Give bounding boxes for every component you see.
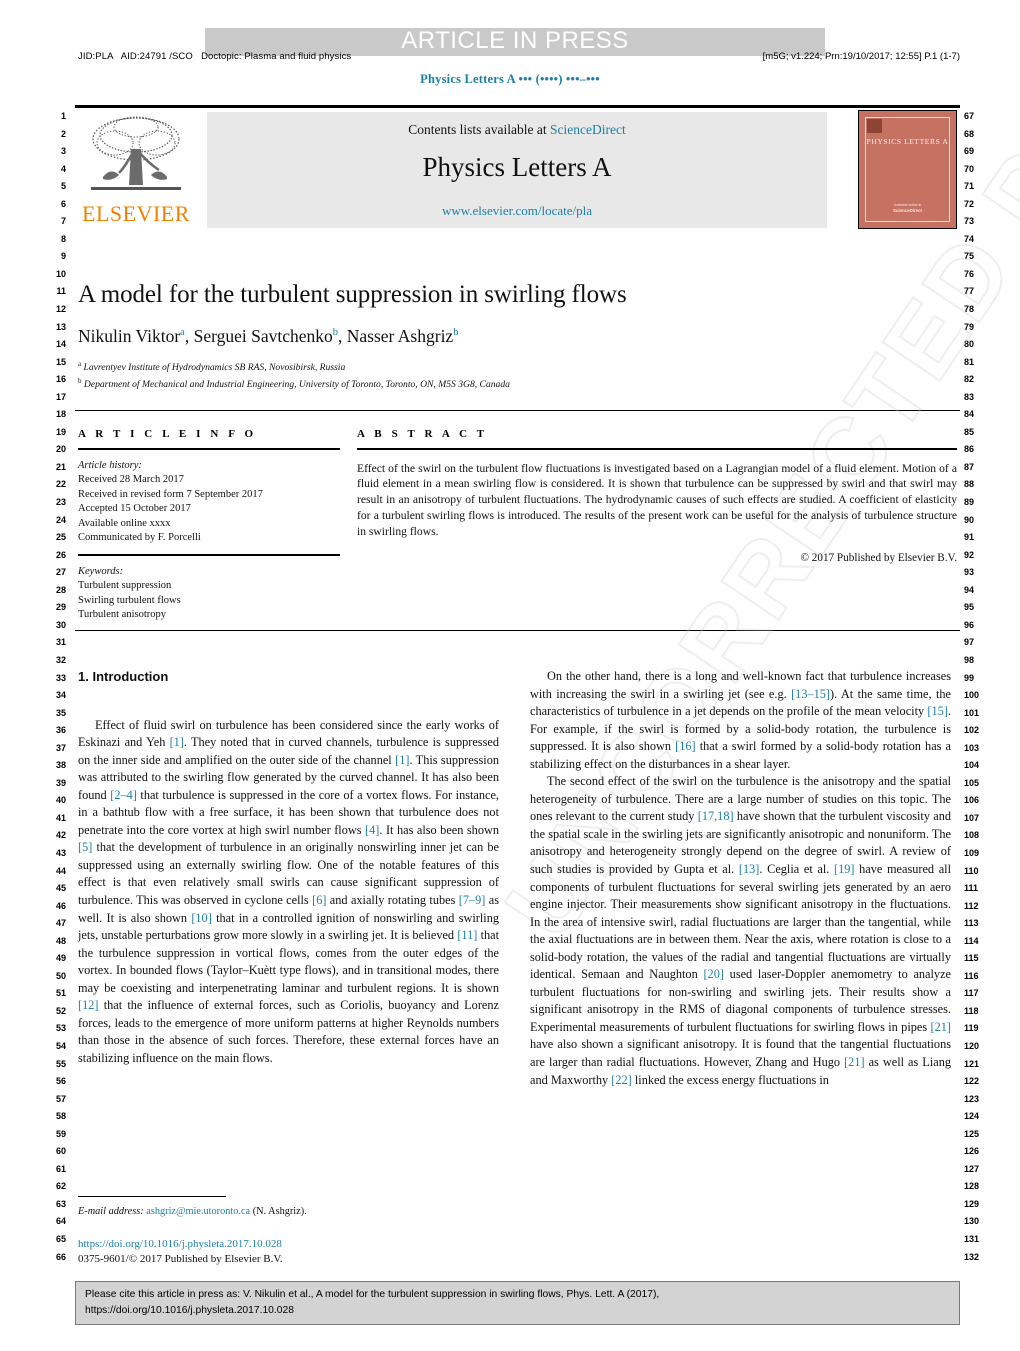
abstract-heading: A B S T R A C T [357, 428, 488, 440]
journal-masthead: ELSEVIER Contents lists available at Sci… [75, 105, 960, 230]
abstract-column: A B S T R A C T Effect of the swirl on t… [357, 428, 957, 564]
article-info-heading: A R T I C L E I N F O [78, 428, 257, 440]
masthead-rule [75, 105, 960, 108]
author-name: Nikulin Viktor [78, 326, 181, 346]
author-affil-marker: a [180, 327, 185, 339]
page-title: A model for the turbulent suppression in… [78, 281, 627, 308]
proof-stamp-meta: [m5G; v1.224; Prn:19/10/2017; 12:55] P.1… [762, 51, 960, 62]
email-link[interactable]: ashgriz@mie.utoronto.ca [146, 1206, 250, 1217]
article-page: ARTICLE IN PRESS JID:PLA AID:24791 /SCO … [0, 0, 1020, 1351]
citation-ref[interactable]: [6] [312, 893, 326, 907]
footnote-rule [78, 1196, 226, 1197]
paragraph-left-1: Effect of fluid swirl on turbulence has … [78, 717, 500, 1065]
footnote-email: E-mail address: ashgriz@mie.utoronto.ca … [78, 1206, 499, 1217]
article-history-item: Received 28 March 2017 [78, 474, 184, 486]
cover-title: PHYSICS LETTERS A [866, 137, 949, 146]
doi-link[interactable]: https://doi.org/10.1016/j.physleta.2017.… [78, 1237, 499, 1252]
elsevier-wordmark: ELSEVIER [82, 201, 190, 226]
author-name: Nasser Ashgriz [346, 326, 454, 346]
citation-ref[interactable]: [1] [170, 735, 184, 749]
paragraph-right-2: The second effect of the swirl on the tu… [530, 774, 952, 1087]
cover-foot-bold: ScienceDirect [892, 208, 923, 213]
info-rule-2 [78, 554, 340, 556]
citation-ref[interactable]: [19] [834, 862, 855, 876]
body-column-right: On the other hand, there is a long and w… [530, 668, 951, 1089]
title-block: A model for the turbulent suppression in… [78, 281, 778, 391]
cite-this-article-box: Please cite this article in press as: V.… [75, 1281, 960, 1325]
journal-cover-thumbnail: PHYSICS LETTERS A Available online at Sc… [858, 110, 957, 229]
citation-ref[interactable]: [12] [78, 998, 99, 1012]
citation-ref[interactable]: [7–9] [459, 893, 486, 907]
affiliation-item: b Department of Mechanical and Industria… [78, 376, 510, 390]
citation-ref[interactable]: [5] [78, 840, 92, 854]
info-top-rule [75, 410, 960, 411]
cover-foot-small: Available online at [893, 203, 922, 207]
sciencedirect-link[interactable]: ScienceDirect [550, 122, 626, 137]
citation-ref[interactable]: [13] [739, 862, 760, 876]
citation-ref[interactable]: [21] [931, 1020, 952, 1034]
email-label: E-mail address: [78, 1206, 144, 1217]
citation-ref[interactable]: [11] [457, 928, 477, 942]
citation-ref[interactable]: [4] [365, 823, 379, 837]
imprint-block: https://doi.org/10.1016/j.physleta.2017.… [78, 1237, 499, 1266]
email-suffix: (N. Ashgriz). [252, 1206, 307, 1217]
article-history-items: Received 28 March 2017 Received in revise… [78, 473, 340, 546]
abstract-copyright: © 2017 Published by Elsevier B.V. [800, 552, 957, 565]
affiliation-list: a Lavrentyev Institute of Hydrodynamics … [78, 358, 778, 391]
author-affil-marker: b [453, 327, 459, 339]
contents-prefix: Contents lists available at [408, 122, 550, 137]
info-rule-1 [78, 448, 340, 450]
journal-url-link[interactable]: www.elsevier.com/locate/pla [207, 203, 827, 219]
keyword-item: Turbulent suppression [78, 580, 172, 592]
author-affil-marker: b [332, 327, 339, 339]
citation-ref[interactable]: [2–4] [110, 788, 137, 802]
cite-line-1: Please cite this article in press as: V.… [85, 1289, 660, 1300]
journal-title: Physics Letters A [422, 152, 612, 182]
job-id-meta: JID:PLA AID:24791 /SCO Doctopic: Plasma … [78, 51, 352, 62]
line-numbers-right: 67 68 69 70 71 72 73 74 75 76 77 78 79 80 81 82 83 84 85 86… [964, 111, 980, 1262]
citation-ref[interactable]: [17,18] [698, 809, 734, 823]
running-head: Physics Letters A ••• (••••) •••–••• [420, 72, 600, 86]
article-info-column: A R T I C L E I N F O Article history: R… [78, 428, 340, 623]
citation-ref[interactable]: [1] [395, 753, 409, 767]
author-list: Nikulin Viktora, Serguei Savtchenkob, Na… [78, 326, 459, 346]
article-history-item: Accepted 15 October 2017 [78, 503, 191, 515]
keywords-items: Turbulent suppression Swirling turbulent … [78, 579, 340, 623]
contents-line: Contents lists available at ScienceDirec… [207, 122, 827, 138]
citation-ref[interactable]: [15] [927, 704, 948, 718]
keyword-item: Turbulent anisotropy [78, 609, 166, 621]
article-history-group: Article history: Received 28 March 2017 R… [78, 459, 340, 547]
citation-ref[interactable]: [13–15] [791, 687, 830, 701]
issn-copyright: 0375-9601/© 2017 Published by Elsevier B… [78, 1252, 283, 1265]
info-bottom-rule [75, 630, 960, 631]
citation-ref[interactable]: [21] [844, 1055, 865, 1069]
article-history-item: Available online xxxx [78, 517, 171, 529]
article-history-item: Received in revised form 7 September 201… [78, 488, 263, 500]
elsevier-logo: ELSEVIER [77, 111, 195, 229]
body-column-left: 1. Introduction Effect of fluid swirl on… [78, 668, 499, 1067]
author-name: Serguei Savtchenko [193, 326, 333, 346]
cover-footer: Available online at ScienceDirect [859, 203, 956, 214]
citation-ref[interactable]: [20] [703, 967, 724, 981]
affiliation-item: a Lavrentyev Institute of Hydrodynamics … [78, 360, 346, 374]
abstract-text: Effect of the swirl on the turbulent flo… [357, 461, 957, 539]
citation-ref[interactable]: [10] [191, 911, 212, 925]
section-heading-introduction: 1. Introduction [78, 669, 169, 684]
elsevier-tree-icon [91, 116, 181, 190]
citation-ref[interactable]: [16] [675, 739, 696, 753]
journal-banner: Contents lists available at ScienceDirec… [207, 112, 827, 228]
paragraph-right-1: On the other hand, there is a long and w… [530, 669, 951, 771]
cite-line-2: https://doi.org/10.1016/j.physleta.2017.… [85, 1305, 294, 1316]
keywords-label: Keywords: [78, 565, 124, 577]
cover-inner: PHYSICS LETTERS A Available online at Sc… [859, 111, 956, 228]
line-numbers-left: 1 2 3 4 5 6 7 8 9 10 11 12 13 14 15 16 17 18 19 20 21 22 23 24 2… [55, 111, 66, 1262]
abstract-rule [357, 448, 957, 450]
citation-ref[interactable]: [22] [611, 1073, 632, 1087]
keyword-item: Swirling turbulent flows [78, 594, 181, 606]
article-history-label: Article history: [78, 459, 142, 471]
article-history-item: Communicated by F. Porcelli [78, 532, 201, 544]
keywords-group: Keywords: Turbulent suppression Swirling … [78, 565, 340, 623]
cover-badge-icon [867, 119, 882, 133]
